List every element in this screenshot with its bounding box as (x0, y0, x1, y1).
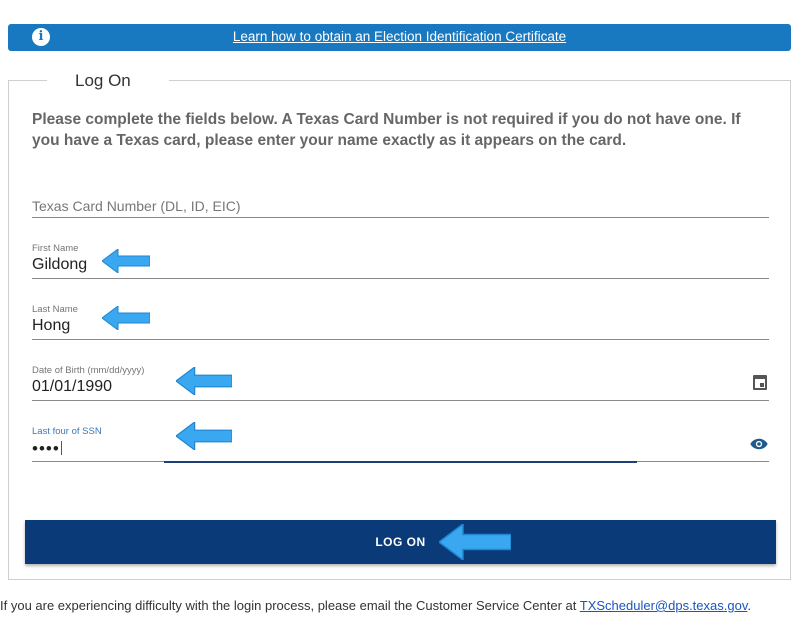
eye-icon[interactable] (750, 438, 768, 450)
instructions-text: Please complete the fields below. A Texa… (32, 111, 741, 149)
texas-card-number-field[interactable]: Texas Card Number (DL, ID, EIC) (32, 184, 769, 218)
left-arrow-icon (102, 249, 150, 273)
last-name-value: Hong (32, 317, 71, 334)
left-arrow-icon (176, 367, 232, 395)
first-name-label: First Name (32, 243, 79, 254)
ssn-last-four-label: Last four of SSN (32, 426, 102, 437)
ssn-masked-text: •••• (32, 439, 60, 458)
left-arrow-icon (102, 306, 150, 330)
last-name-label: Last Name (32, 304, 78, 315)
date-of-birth-label: Date of Birth (mm/dd/yyyy) (32, 365, 145, 376)
date-of-birth-value: 01/01/1990 (32, 378, 113, 395)
info-banner: i Learn how to obtain an Election Identi… (8, 24, 791, 51)
left-arrow-icon (176, 422, 232, 450)
help-footer-suffix: . (747, 598, 751, 613)
first-name-value: Gildong (32, 256, 88, 273)
calendar-icon[interactable] (753, 375, 767, 390)
support-email-link[interactable]: TXScheduler@dps.texas.gov (580, 598, 748, 613)
text-caret (60, 441, 62, 455)
logon-fieldset: Log On Please complete the fields below.… (8, 71, 791, 580)
ssn-last-four-value: •••• (32, 439, 62, 459)
log-on-button[interactable]: LOG ON (25, 520, 776, 564)
date-of-birth-field[interactable]: Date of Birth (mm/dd/yyyy) 01/01/1990 (32, 361, 769, 401)
help-footer: If you are experiencing difficulty with … (0, 598, 800, 613)
ssn-focus-underline (164, 461, 637, 463)
help-footer-text: If you are experiencing difficulty with … (0, 598, 580, 613)
eic-info-link[interactable]: Learn how to obtain an Election Identifi… (8, 29, 791, 44)
ssn-last-four-field[interactable]: Last four of SSN •••• (32, 422, 769, 462)
logon-legend: Log On (47, 71, 169, 91)
texas-card-number-placeholder: Texas Card Number (DL, ID, EIC) (32, 198, 241, 214)
left-arrow-icon (439, 524, 511, 560)
